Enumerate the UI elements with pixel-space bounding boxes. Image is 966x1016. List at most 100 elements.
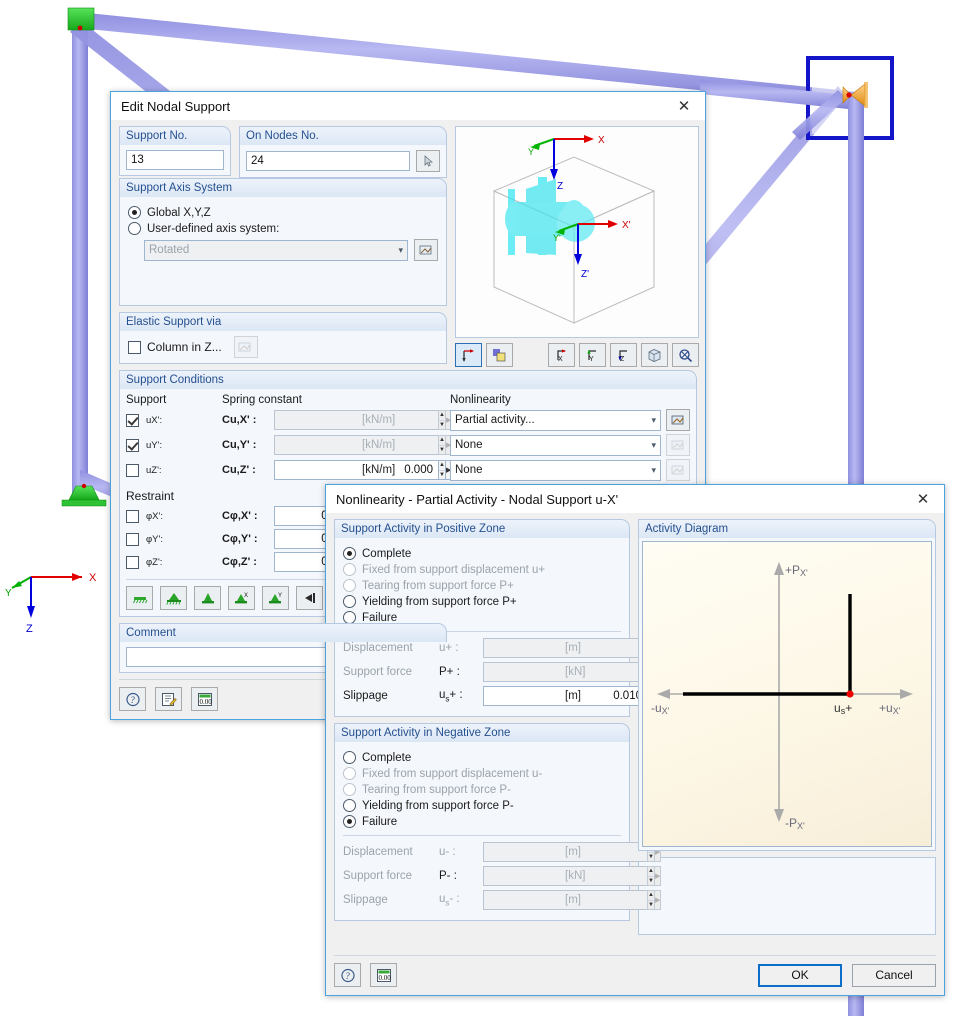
radio-user-axis[interactable]: User-defined axis system: (128, 222, 438, 235)
nonlinearity-select-ux[interactable]: Partial activity... ▾ (450, 409, 661, 431)
support-roller-x-icon[interactable]: X (228, 586, 255, 610)
spinner-uy[interactable]: ▲ ▼ (438, 435, 446, 455)
field-pos-force-unit: [kN] (565, 666, 586, 678)
spring-input-uy[interactable] (274, 435, 438, 455)
radio-pos-yielding[interactable]: Yielding from support force P+ (343, 595, 621, 608)
spinner-neg-slippage[interactable]: ▲ ▼ (647, 890, 655, 910)
nonlinearity-select-uz[interactable]: None ▾ (450, 459, 661, 481)
restraint-label-phiy: Cφ,Y' : (222, 533, 258, 545)
units-icon[interactable]: 0.00 (370, 963, 397, 987)
preview-viewport[interactable]: X Y Z X' Y' Z' (455, 126, 699, 338)
spring-unit-uy: [kN/m] (362, 439, 396, 451)
view-x-icon[interactable]: X (548, 343, 575, 367)
col-header-support: Support (126, 394, 167, 406)
edit-column-icon (233, 336, 258, 358)
svg-text:0.00: 0.00 (199, 698, 212, 706)
nonlinearity-titlebar[interactable]: Nonlinearity - Partial Activity - Nodal … (326, 485, 944, 513)
more-neg-slippage-icon[interactable]: ▶ (654, 890, 662, 910)
field-neg-force-symbol: P- : (439, 870, 457, 882)
radio-neg-yielding-indicator (343, 799, 356, 812)
restraint-label-phix: Cφ,X' : (222, 510, 258, 522)
spring-input-uz[interactable] (274, 460, 438, 480)
radio-pos-complete-label: Complete (362, 547, 412, 560)
zoom-all-icon[interactable] (672, 343, 699, 367)
cancel-button[interactable]: Cancel (852, 963, 936, 987)
radio-neg-fixed-label: Fixed from support displacement u- (362, 767, 543, 780)
ok-button[interactable]: OK (758, 963, 842, 987)
radio-pos-tearing-indicator (343, 579, 356, 592)
nonlinearity-select-uy[interactable]: None ▾ (450, 434, 661, 456)
spinner-neg-force[interactable]: ▲ ▼ (647, 866, 655, 886)
field-pos-slippage-unit: [m] (565, 690, 581, 702)
units-icon[interactable]: 0.00 (191, 687, 218, 711)
table-row: uZ': Cu,Z' : ▲▼ ▶ [kN/m] None (126, 459, 690, 481)
radio-pos-yielding-indicator (343, 595, 356, 608)
field-pos-force: Support force P+ : ▲▼ ▶ [kN] (343, 662, 662, 682)
checkbox-ux-label: uX': (146, 414, 163, 426)
spinner-uz[interactable]: ▲ ▼ (438, 460, 446, 480)
more-neg-force-icon[interactable]: ▶ (654, 866, 662, 886)
field-neg-force-unit: [kN] (565, 870, 586, 882)
support-roller-y-icon[interactable]: Y (262, 586, 289, 610)
checkbox-uy-indicator (126, 438, 139, 452)
support-fixed-icon[interactable] (160, 586, 187, 610)
radio-neg-failure-label: Failure (362, 815, 398, 828)
close-icon[interactable]: ✕ (908, 488, 938, 510)
pick-node-icon[interactable] (416, 150, 440, 172)
svg-text:us+: us+ (834, 701, 852, 716)
field-neg-force: Support force P- : ▲ ▼ ▶ [kN] (343, 866, 662, 886)
radio-pos-complete[interactable]: Complete (343, 547, 621, 560)
nonlinearity-footer: ? 0.00 OK Cancel (334, 955, 936, 987)
edit-axis-icon[interactable] (414, 239, 438, 261)
svg-text:0.00: 0.00 (378, 974, 391, 982)
checkbox-phiz[interactable]: φZ': (126, 555, 222, 569)
notes-icon[interactable] (155, 687, 182, 711)
nonlinearity-partial-activity-dialog: Nonlinearity - Partial Activity - Nodal … (325, 484, 945, 996)
checkbox-uy[interactable]: uY': (126, 438, 222, 452)
checkbox-column-in-z-label: Column in Z... (147, 340, 222, 354)
help-icon[interactable]: ? (119, 687, 146, 711)
checkbox-column-in-z[interactable]: Column in Z... (128, 340, 222, 354)
radio-neg-failure-indicator (343, 815, 356, 828)
spring-unit-uz: [kN/m] (362, 464, 396, 476)
support-hinged-icon[interactable] (194, 586, 221, 610)
iso-view-icon[interactable] (641, 343, 668, 367)
checkbox-ux-indicator (126, 413, 139, 427)
svg-text:Z: Z (620, 356, 625, 363)
svg-text:Y': Y' (553, 233, 561, 243)
radio-neg-complete[interactable]: Complete (343, 751, 621, 764)
render-view-icon[interactable] (486, 343, 513, 367)
help-icon[interactable]: ? (334, 963, 361, 987)
radio-global-axis[interactable]: Global X,Y,Z (128, 206, 438, 219)
support-none-icon[interactable] (126, 586, 153, 610)
checkbox-uz[interactable]: uZ': (126, 463, 222, 477)
support-no-input[interactable] (126, 150, 224, 170)
col-header-spring: Spring constant (222, 394, 302, 406)
rotated-axis-select[interactable]: Rotated ▾ (144, 239, 408, 261)
checkbox-phiy[interactable]: φY': (126, 532, 222, 546)
nonlinearity-value-uz: None (455, 464, 483, 476)
view-y-icon[interactable]: Y (579, 343, 606, 367)
nonlinearity-edit-ux-icon[interactable] (666, 409, 690, 431)
radio-neg-failure[interactable]: Failure (343, 815, 621, 828)
radio-pos-tearing: Tearing from support force P+ (343, 579, 621, 592)
checkbox-ux[interactable]: uX': (126, 413, 222, 427)
close-icon[interactable]: ✕ (669, 95, 699, 117)
spring-input-ux[interactable] (274, 410, 438, 430)
field-pos-force-symbol: P+ : (439, 666, 460, 678)
dialog-titlebar[interactable]: Edit Nodal Support ✕ (111, 92, 705, 120)
support-wall-icon[interactable] (296, 586, 323, 610)
svg-text:Y: Y (589, 356, 594, 363)
svg-text:+uX': +uX' (879, 701, 901, 716)
view-z-icon[interactable]: Z (610, 343, 637, 367)
checkbox-phix[interactable]: φX': (126, 509, 222, 523)
field-pos-slippage-label: Slippage (343, 690, 388, 702)
svg-text:Y: Y (278, 593, 282, 599)
svg-text:-uX': -uX' (651, 701, 670, 716)
on-nodes-no-input[interactable] (246, 151, 410, 171)
radio-neg-yielding[interactable]: Yielding from support force P- (343, 799, 621, 812)
axes-view-icon[interactable] (455, 343, 482, 367)
radio-neg-tearing: Tearing from support force P- (343, 783, 621, 796)
spinner-ux[interactable]: ▲ ▼ (438, 410, 446, 430)
checkbox-phix-indicator (126, 509, 139, 523)
